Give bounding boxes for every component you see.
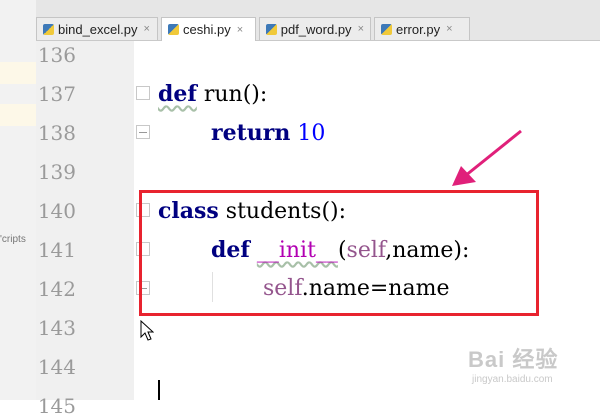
mouse-pointer-icon [140, 320, 154, 341]
watermark: Bai 经验 jingyan.baidu.com [468, 342, 588, 394]
watermark-main: Bai 经验 [468, 347, 559, 372]
watermark-sub: jingyan.baidu.com [472, 374, 553, 385]
annotation-arrow-icon [452, 129, 522, 186]
